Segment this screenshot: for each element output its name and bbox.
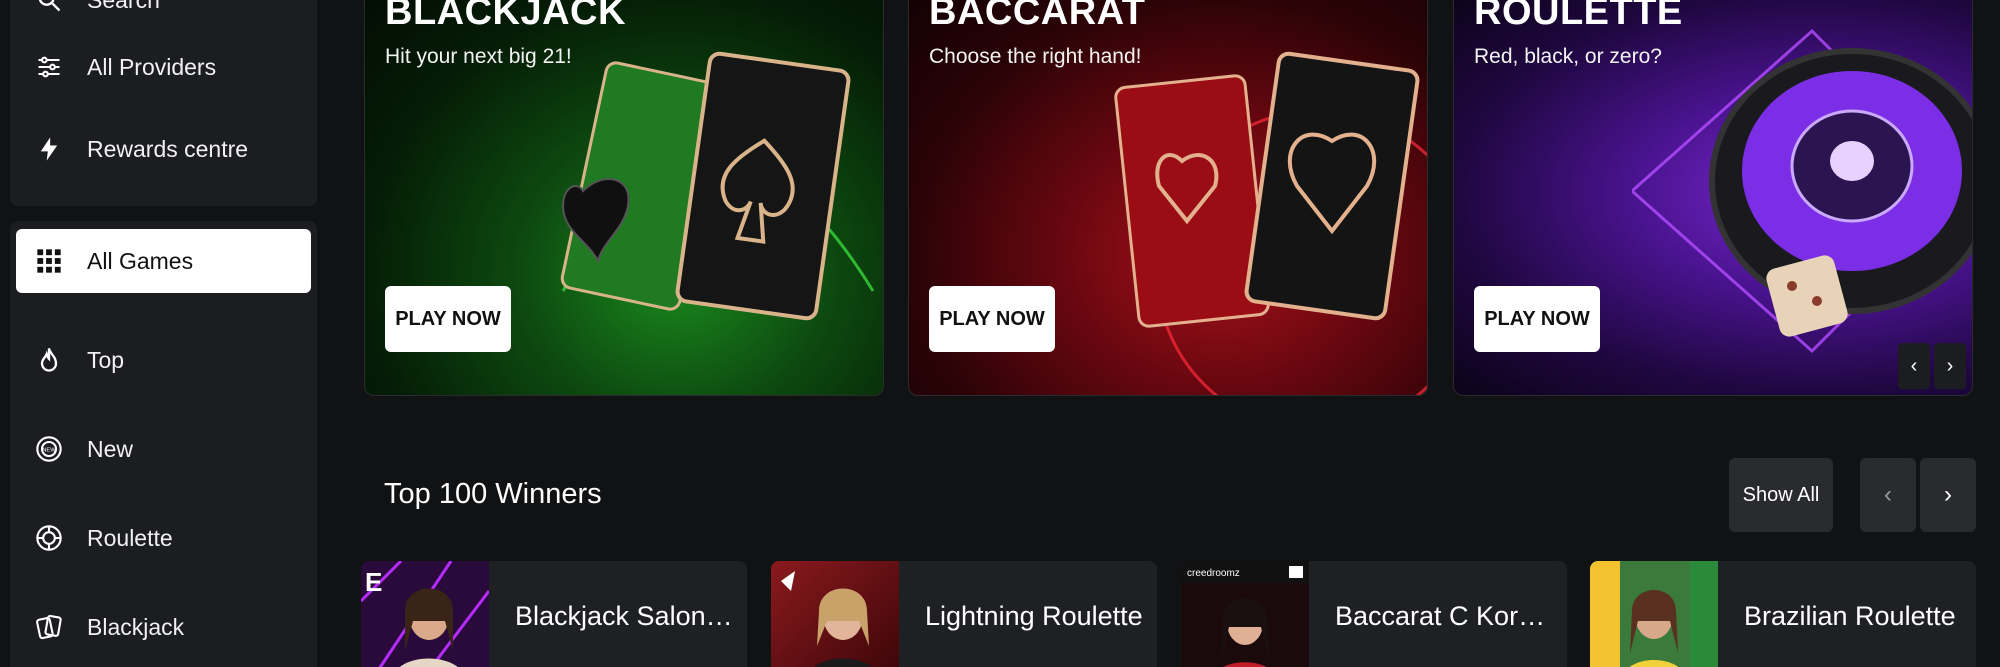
sidebar-item-all-providers[interactable]: All Providers [10,35,317,99]
winner-card[interactable]: Brazilian Roulette [1590,561,1976,667]
game-thumbnail [771,561,899,667]
winner-card[interactable]: Lightning Roulette [771,561,1157,667]
sidebar-item-label: New [87,435,134,462]
sidebar-item-roulette[interactable]: Roulette [10,506,317,570]
show-all-button[interactable]: Show All [1729,458,1833,532]
grid-icon [35,247,63,275]
banner-prev-button[interactable]: ‹ [1898,343,1930,389]
section-title: Top 100 Winners [384,478,602,510]
banner-title: ROULETTE [1474,0,1683,33]
cards-icon [35,613,63,641]
game-thumbnail: E [361,561,489,667]
winners-prev-button[interactable]: ‹ [1860,458,1916,532]
banner-baccarat[interactable]: BACCARAT Choose the right hand! PLAY NOW [908,0,1428,396]
game-thumbnail [1590,561,1718,667]
sidebar: Search All Providers Rewards centre [0,0,330,667]
winner-card[interactable]: E Blackjack Salon Pr... [361,561,747,667]
sidebar-item-label: Search [87,0,160,14]
banner-title: BLACKJACK [385,0,626,33]
banner-carousel-nav: ‹ › [1898,343,1966,389]
banner-blackjack[interactable]: BLACKJACK Hit your next big 21! PLAY NOW [364,0,884,396]
banner-roulette[interactable]: ROULETTE Red, black, or zero? PLAY NOW [1453,0,1973,396]
sidebar-top-panel: Search All Providers Rewards centre [10,0,317,206]
svg-text:NEW: NEW [42,447,56,453]
game-name: Baccarat C Korean [1335,601,1557,631]
sidebar-item-label: Rewards centre [87,135,249,162]
provider-logo-text: E [365,567,382,597]
sidebar-item-label: Top [87,346,125,373]
new-badge-icon: NEW [35,435,63,463]
play-now-button[interactable]: PLAY NOW [929,286,1055,352]
sidebar-item-label: Roulette [87,524,173,551]
sidebar-item-blackjack[interactable]: Blackjack [10,595,317,659]
sidebar-item-all-games[interactable]: All Games [16,229,311,293]
game-name: Brazilian Roulette [1744,601,1956,631]
banner-title: BACCARAT [929,0,1146,33]
banner-subtitle: Choose the right hand! [929,45,1142,68]
winner-card[interactable]: creedroomz Baccarat C Korean [1181,561,1567,667]
game-name: Blackjack Salon Pr... [515,601,737,631]
game-name: Lightning Roulette [925,601,1143,631]
play-now-button[interactable]: PLAY NOW [385,286,511,352]
sidebar-item-label: Blackjack [87,613,185,640]
sliders-icon [35,53,63,81]
provider-logo-text: creedroomz [1187,568,1240,579]
sidebar-item-rewards[interactable]: Rewards centre [10,117,317,181]
winners-next-button[interactable]: › [1920,458,1976,532]
play-now-button[interactable]: PLAY NOW [1474,286,1600,352]
sidebar-games-panel: All Games Top NEW New Roulette Blackjack [10,221,317,667]
casino-page: Search All Providers Rewards centre [0,0,2000,667]
banner-next-button[interactable]: › [1934,343,1966,389]
sidebar-item-label: All Providers [87,53,217,80]
search-icon [35,0,63,14]
blackjack-cards-art [560,51,875,321]
sidebar-item-top[interactable]: Top [10,328,317,392]
lightning-icon [35,135,63,163]
banner-subtitle: Hit your next big 21! [385,45,572,68]
flame-icon [35,346,63,374]
sidebar-item-label: All Games [87,247,194,274]
sidebar-item-search[interactable]: Search [10,0,317,32]
banner-subtitle: Red, black, or zero? [1474,45,1662,68]
sidebar-item-new[interactable]: NEW New [10,417,317,481]
roulette-wheel-icon [35,524,63,552]
roulette-wheel-art [1632,28,1972,354]
game-thumbnail: creedroomz [1181,561,1309,667]
